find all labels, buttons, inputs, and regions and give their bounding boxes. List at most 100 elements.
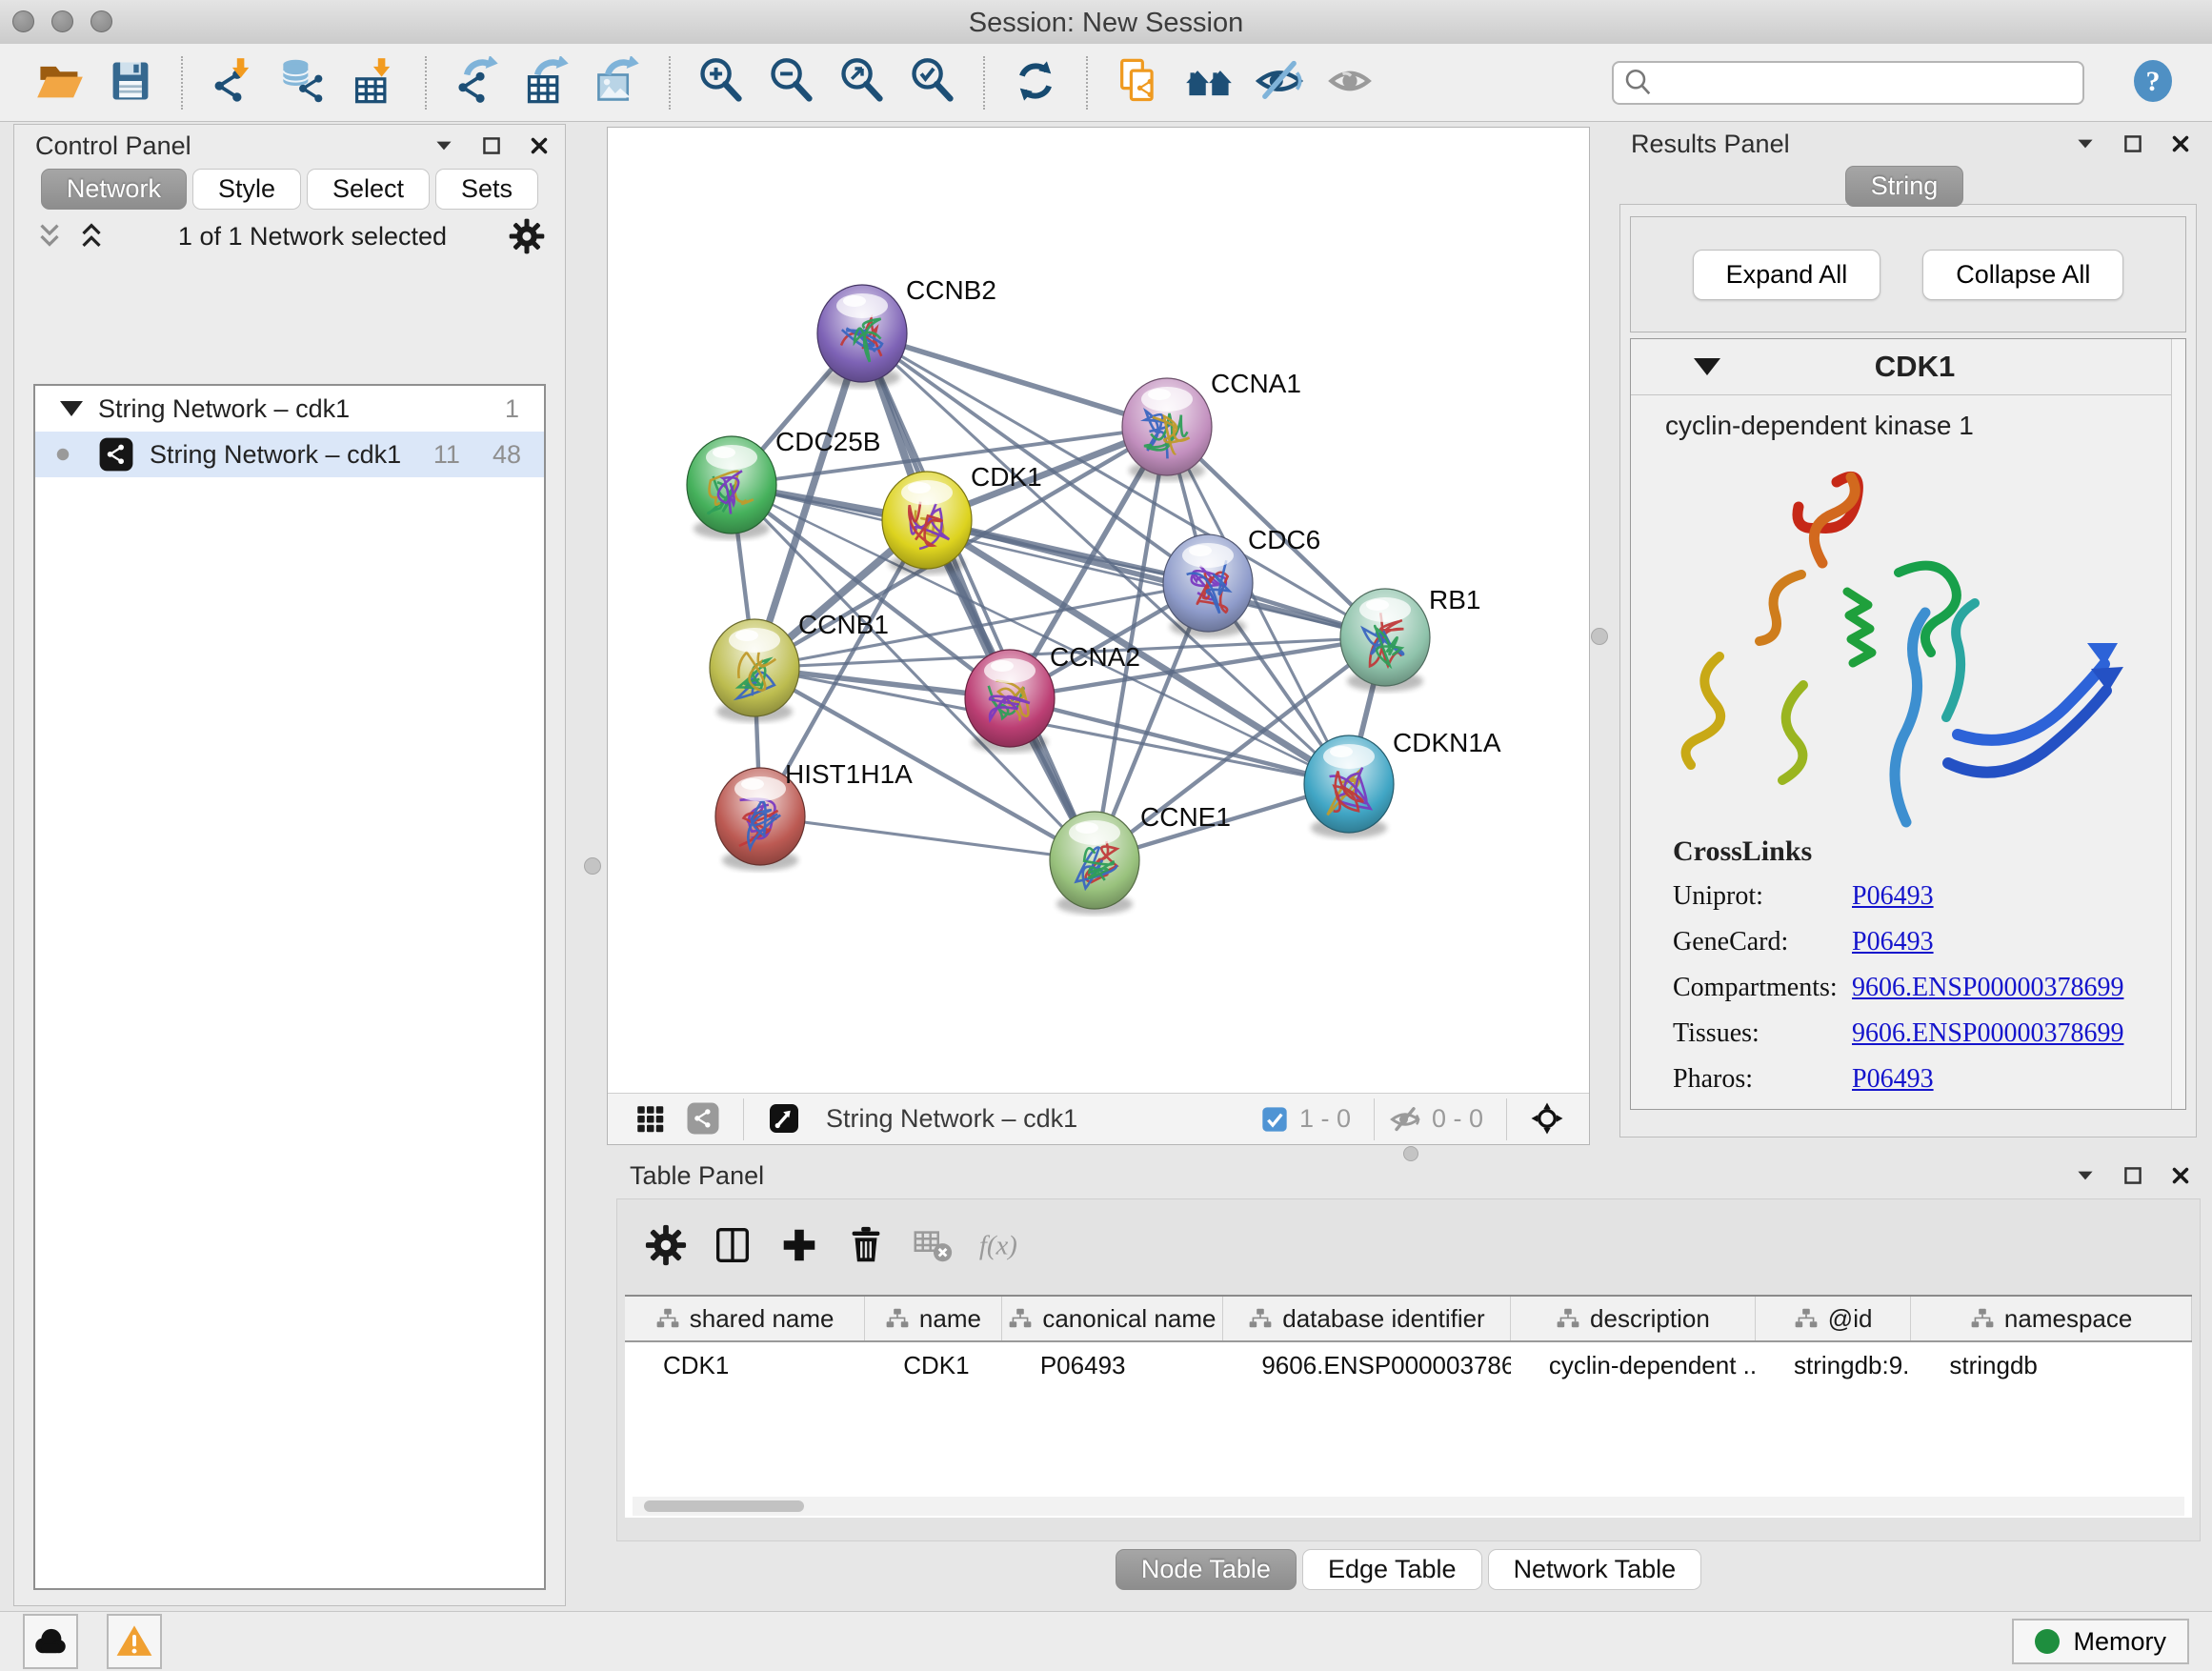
- tab-sets[interactable]: Sets: [435, 169, 538, 210]
- houses-icon: [1184, 56, 1234, 106]
- gene-card-collapse-icon[interactable]: [1694, 358, 1720, 375]
- tab-network[interactable]: Network: [41, 169, 187, 210]
- control-panel-header: Control Panel: [14, 125, 565, 167]
- panel-float-icon[interactable]: [479, 133, 504, 158]
- table-cell[interactable]: stringdb:9...: [1756, 1342, 1911, 1388]
- grid-view-button[interactable]: [628, 1097, 672, 1141]
- network-node-CCNA1[interactable]: [1122, 378, 1212, 481]
- import-table-button[interactable]: [345, 52, 404, 113]
- help-button[interactable]: ?: [2128, 58, 2178, 108]
- table-cell[interactable]: P06493: [1002, 1342, 1223, 1388]
- birdseye-view-button[interactable]: [762, 1097, 806, 1141]
- zoom-in-button[interactable]: [692, 52, 751, 113]
- collapse-all-networks-icon[interactable]: [33, 220, 66, 252]
- panel-menu-icon[interactable]: [2073, 1163, 2098, 1188]
- tab-edge-table[interactable]: Edge Table: [1302, 1549, 1482, 1590]
- import-network-file-button[interactable]: [204, 52, 263, 113]
- delete-column-button[interactable]: [838, 1218, 894, 1273]
- column-header-name[interactable]: name: [865, 1297, 1001, 1340]
- network-row-selected[interactable]: String Network – cdk1 11 48: [35, 432, 544, 477]
- gene-card-header[interactable]: CDK1: [1631, 339, 2185, 395]
- zoom-fit-button[interactable]: [833, 52, 892, 113]
- panel-float-icon[interactable]: [2121, 1163, 2145, 1188]
- fit-selected-button[interactable]: [1525, 1097, 1569, 1141]
- column-header-namespace[interactable]: namespace: [1911, 1297, 2192, 1340]
- crosslink-link[interactable]: 9606.ENSP00000378699: [1852, 1018, 2123, 1049]
- hidden-eye-icon[interactable]: [1388, 1102, 1422, 1137]
- houses-button[interactable]: [1179, 52, 1238, 113]
- panel-float-icon[interactable]: [2121, 131, 2145, 156]
- add-column-button[interactable]: [772, 1218, 827, 1273]
- show-columns-button[interactable]: [705, 1218, 760, 1273]
- memory-button[interactable]: Memory: [2012, 1619, 2189, 1664]
- table-cell[interactable]: cyclin-dependent ...: [1511, 1342, 1756, 1388]
- network-node-CDKN1A[interactable]: [1304, 735, 1394, 838]
- show-all-button[interactable]: [1320, 52, 1379, 113]
- refresh-layout-button[interactable]: [1006, 52, 1065, 113]
- table-cell[interactable]: stringdb: [1911, 1342, 2192, 1388]
- network-node-CDK1[interactable]: [882, 472, 972, 574]
- table-cell[interactable]: 9606.ENSP00000378699: [1223, 1342, 1511, 1388]
- table-scrollbar-thumb[interactable]: [644, 1500, 804, 1512]
- save-session-button[interactable]: [101, 52, 160, 113]
- panel-close-icon[interactable]: [2168, 1163, 2193, 1188]
- tab-style[interactable]: Style: [192, 169, 301, 210]
- left-splitter-handle[interactable]: [584, 857, 601, 875]
- clone-network-button[interactable]: [1109, 52, 1168, 113]
- panel-menu-icon[interactable]: [432, 133, 456, 158]
- panel-close-icon[interactable]: [527, 133, 552, 158]
- table-horizontal-scrollbar[interactable]: [633, 1497, 2184, 1516]
- network-options-gear-icon[interactable]: [508, 217, 546, 255]
- network-node-CCNA2[interactable]: [965, 650, 1055, 753]
- network-overview-button[interactable]: [681, 1097, 725, 1141]
- results-scrollbar[interactable]: [2171, 339, 2185, 1109]
- panel-close-icon[interactable]: [2168, 131, 2193, 156]
- network-node-CCNE1[interactable]: [1050, 812, 1139, 915]
- network-collection-row[interactable]: String Network – cdk1 1: [35, 386, 544, 432]
- import-network-database-button[interactable]: [274, 52, 333, 113]
- selected-checkbox-icon[interactable]: [1259, 1104, 1290, 1135]
- network-node-CDC25B[interactable]: [687, 436, 776, 539]
- crosslink-link[interactable]: P06493: [1852, 881, 1934, 912]
- export-network-button[interactable]: [448, 52, 507, 113]
- column-header-canonical-name[interactable]: canonical name: [1002, 1297, 1223, 1340]
- tab-network-table[interactable]: Network Table: [1488, 1549, 1702, 1590]
- panel-menu-icon[interactable]: [2073, 131, 2098, 156]
- column-header-database-identifier[interactable]: database identifier: [1223, 1297, 1511, 1340]
- tree-expander-icon[interactable]: [60, 401, 83, 416]
- open-file-button[interactable]: [30, 52, 90, 113]
- network-edge[interactable]: [760, 816, 1095, 860]
- network-node-CDC6[interactable]: [1163, 534, 1253, 637]
- network-node-CCNB1[interactable]: [710, 619, 799, 722]
- network-canvas[interactable]: CCNB2CCNA1CDC25BCDK1CDC6RB1CCNB1CCNA2CDK…: [608, 128, 1589, 1093]
- table-cell[interactable]: CDK1: [625, 1342, 865, 1388]
- export-image-button[interactable]: [589, 52, 648, 113]
- collapse-all-button[interactable]: Collapse All: [1922, 250, 2123, 300]
- expand-all-button[interactable]: Expand All: [1693, 250, 1881, 300]
- zoom-selected-button[interactable]: [903, 52, 962, 113]
- crosslink-link[interactable]: 9606.ENSP00000378699: [1852, 973, 2123, 1003]
- crosslink-link[interactable]: P06493: [1852, 927, 1934, 957]
- right-splitter-handle[interactable]: [1591, 628, 1608, 645]
- column-header-id[interactable]: @id: [1756, 1297, 1911, 1340]
- network-node-RB1[interactable]: [1340, 589, 1430, 692]
- zoom-out-button[interactable]: [762, 52, 821, 113]
- hide-selected-button[interactable]: [1250, 52, 1309, 113]
- column-header-description[interactable]: description: [1511, 1297, 1756, 1340]
- tab-node-table[interactable]: Node Table: [1116, 1549, 1297, 1590]
- delete-table-icon: [911, 1223, 955, 1267]
- table-settings-button[interactable]: [638, 1218, 694, 1273]
- memory-status-dot: [2035, 1629, 2060, 1654]
- search-input[interactable]: [1612, 61, 2084, 105]
- column-header-shared-name[interactable]: shared name: [625, 1297, 865, 1340]
- tab-select[interactable]: Select: [307, 169, 430, 210]
- cloud-button[interactable]: [23, 1614, 78, 1669]
- expand-all-networks-icon[interactable]: [75, 220, 108, 252]
- tab-string[interactable]: String: [1845, 166, 1964, 207]
- network-edge[interactable]: [862, 333, 1167, 427]
- warning-button[interactable]: [107, 1614, 162, 1669]
- network-node-CCNB2[interactable]: [817, 285, 907, 388]
- table-cell[interactable]: CDK1: [865, 1342, 1002, 1388]
- export-table-button[interactable]: [518, 52, 577, 113]
- crosslink-link[interactable]: P06493: [1852, 1064, 1934, 1095]
